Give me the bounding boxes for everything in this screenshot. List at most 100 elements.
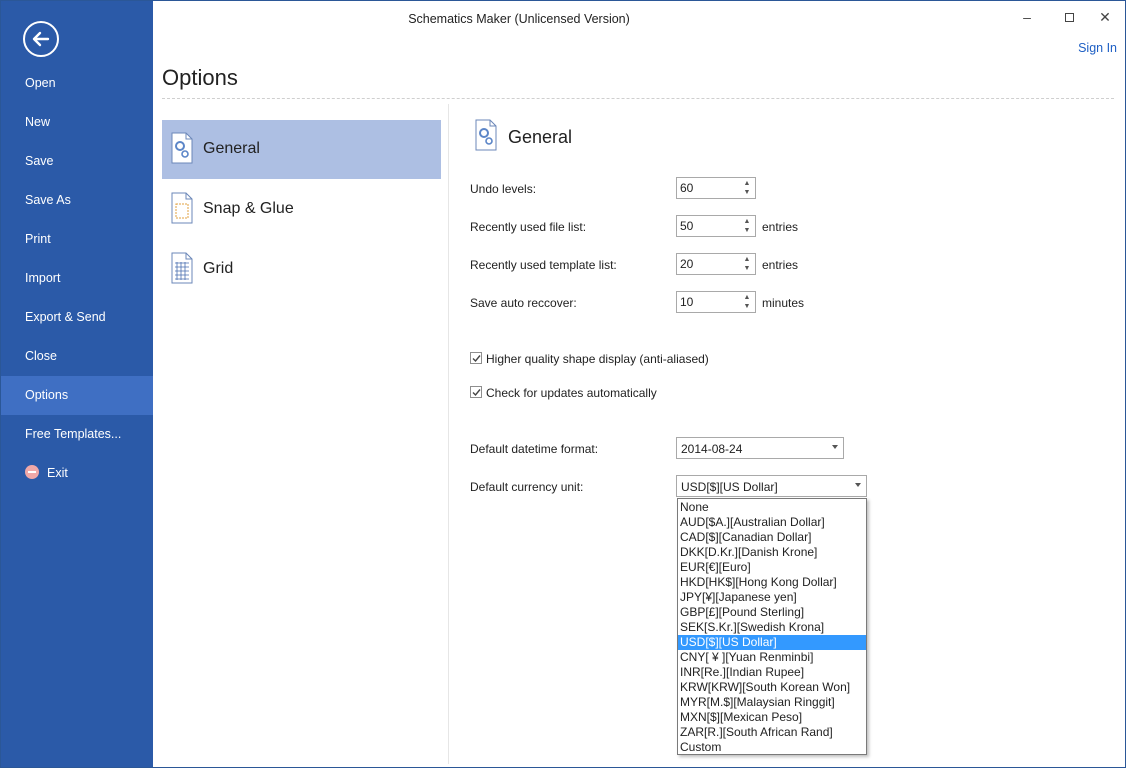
nav-free-templates[interactable]: Free Templates... [1,415,153,454]
nav-label: Export & Send [25,310,106,324]
app-window: Open New Save Save As Print Import Expor… [0,0,1126,768]
nav-exit[interactable]: Exit [1,454,153,493]
auto-recover-spinner[interactable]: ▲ ▼ [676,291,756,313]
nav-close[interactable]: Close [1,337,153,376]
backstage-sidebar: Open New Save Save As Print Import Expor… [1,1,153,767]
spin-down-icon[interactable]: ▼ [741,302,753,311]
currency-option[interactable]: DKK[D.Kr.][Danish Krone] [678,545,866,560]
sign-in-link[interactable]: Sign In [1078,41,1117,55]
currency-option[interactable]: CNY[ ¥ ][Yuan Renminbi] [678,650,866,665]
section-title: General [508,127,573,147]
currency-option[interactable]: INR[Re.][Indian Rupee] [678,665,866,680]
nav-label: Import [25,271,61,285]
antialias-label[interactable]: Higher quality shape display (anti-alias… [486,352,709,366]
nav-label: Options [25,388,69,402]
datetime-select[interactable]: 2014-08-24 [676,437,844,459]
currency-option[interactable]: EUR[€][Euro] [678,560,866,575]
auto-recover-unit: minutes [762,296,805,310]
gear-document-icon [475,119,497,151]
nav-print[interactable]: Print [1,220,153,259]
currency-select[interactable]: USD[$][US Dollar] [676,475,867,497]
nav-save-as[interactable]: Save As [1,181,153,220]
category-label: General [203,140,260,157]
recent-templates-label: Recently used template list: [470,258,617,272]
category-label: Snap & Glue [203,200,294,217]
exit-icon [25,465,39,479]
nav-label: Free Templates... [25,427,122,441]
currency-option[interactable]: HKD[HK$][Hong Kong Dollar] [678,575,866,590]
currency-option[interactable]: None [678,500,866,515]
minimize-icon: – [1023,9,1031,25]
spin-up-icon[interactable]: ▲ [741,293,753,302]
currency-option[interactable]: AUD[$A.][Australian Dollar] [678,515,866,530]
window-title: Schematics Maker (Unlicensed Version) [408,12,630,26]
snap-glue-icon [171,192,193,224]
datetime-value: 2014-08-24 [681,442,743,456]
undo-levels-label: Undo levels: [470,182,537,196]
category-snap-glue[interactable]: Snap & Glue [162,180,441,239]
back-button[interactable] [23,21,59,57]
currency-value: USD[$][US Dollar] [681,480,778,494]
spin-up-icon[interactable]: ▲ [741,217,753,226]
currency-option[interactable]: CAD[$][Canadian Dollar] [678,530,866,545]
currency-option[interactable]: GBP[£][Pound Sterling] [678,605,866,620]
checkmark-icon [472,355,481,363]
currency-option[interactable]: SEK[S.Kr.][Swedish Krona] [678,620,866,635]
nav-save[interactable]: Save [1,142,153,181]
currency-option-selected[interactable]: USD[$][US Dollar] [678,635,866,650]
recent-templates-input[interactable] [677,254,739,274]
currency-option[interactable]: Custom [678,740,866,755]
currency-label: Default currency unit: [470,480,584,494]
spin-down-icon[interactable]: ▼ [741,264,753,273]
recent-files-input[interactable] [677,216,739,236]
currency-option[interactable]: ZAR[R.][South African Rand] [678,725,866,740]
updates-label[interactable]: Check for updates automatically [486,386,657,400]
recent-files-spinner[interactable]: ▲ ▼ [676,215,756,237]
nav-import[interactable]: Import [1,259,153,298]
title-divider [162,98,1114,99]
recent-templates-unit: entries [762,258,799,272]
close-window-button[interactable]: ✕ [1090,7,1120,27]
nav-label: New [25,115,51,129]
nav-new[interactable]: New [1,103,153,142]
datetime-label: Default datetime format: [470,442,599,456]
currency-option[interactable]: JPY[¥][Japanese yen] [678,590,866,605]
auto-recover-label: Save auto reccover: [470,296,577,310]
recent-templates-spinner[interactable]: ▲ ▼ [676,253,756,275]
spin-up-icon[interactable]: ▲ [741,255,753,264]
chevron-down-icon [832,445,838,449]
currency-dropdown-list: None AUD[$A.][Australian Dollar] CAD[$][… [677,498,867,755]
antialias-checkbox[interactable] [470,352,482,364]
auto-recover-input[interactable] [677,292,739,312]
title-bar: Schematics Maker (Unlicensed Version) – … [153,1,1125,37]
spin-down-icon[interactable]: ▼ [741,188,753,197]
maximize-button[interactable] [1054,7,1084,27]
nav-open[interactable]: Open [1,64,153,103]
grid-icon [171,252,193,284]
category-grid[interactable]: Grid [162,240,441,299]
nav-label: Save [25,154,54,168]
panel-divider [448,104,449,764]
currency-option[interactable]: KRW[KRW][South Korean Won] [678,680,866,695]
nav-options[interactable]: Options [1,376,153,415]
page-title: Options [162,65,238,90]
spin-up-icon[interactable]: ▲ [741,179,753,188]
minimize-button[interactable]: – [1012,7,1042,27]
spin-down-icon[interactable]: ▼ [741,226,753,235]
undo-levels-input[interactable] [677,178,739,198]
undo-levels-spinner[interactable]: ▲ ▼ [676,177,756,199]
category-general[interactable]: General [162,120,441,179]
gear-document-icon [171,132,193,164]
close-icon: ✕ [1099,9,1111,25]
currency-option[interactable]: MYR[M.$][Malaysian Ringgit] [678,695,866,710]
back-arrow-icon [32,31,50,47]
nav-label: Save As [25,193,71,207]
backstage-nav: Open New Save Save As Print Import Expor… [1,64,153,493]
updates-checkbox[interactable] [470,386,482,398]
nav-label: Print [25,232,51,246]
recent-files-unit: entries [762,220,799,234]
currency-option[interactable]: MXN[$][Mexican Peso] [678,710,866,725]
category-label: Grid [203,260,234,277]
nav-export-send[interactable]: Export & Send [1,298,153,337]
checkmark-icon [472,389,481,397]
